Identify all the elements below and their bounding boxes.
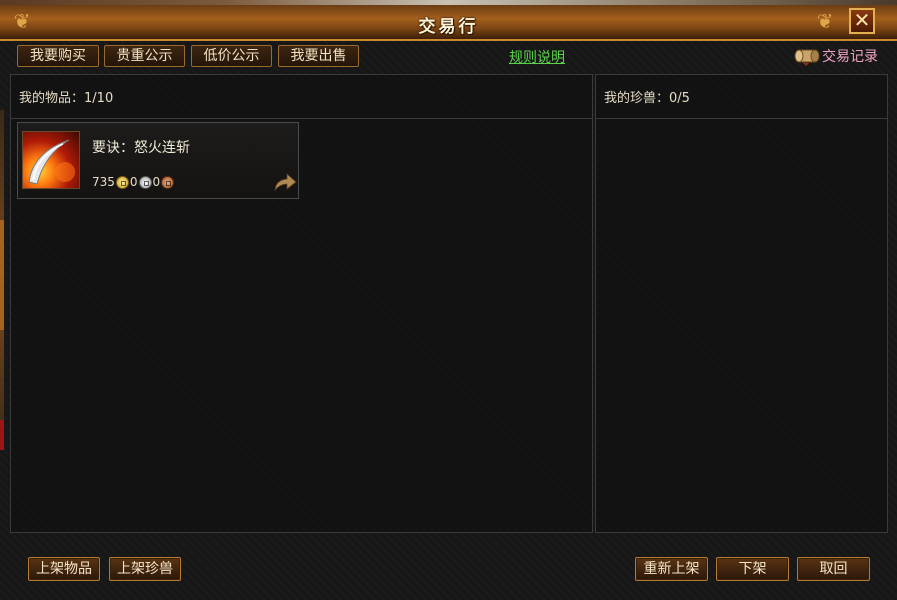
title-bar[interactable]: ❦ ❦ 交易行 ✕ bbox=[0, 5, 897, 41]
my-items-label: 我的物品：1/10 bbox=[19, 91, 114, 106]
relist-button[interactable]: 重新上架 bbox=[635, 557, 708, 581]
silver-amount: 0 bbox=[129, 175, 138, 189]
item-name: 要诀：怒火连斩 bbox=[92, 140, 190, 156]
my-items-header: 我的物品：1/10 bbox=[11, 75, 592, 119]
share-arrow-icon[interactable] bbox=[272, 171, 298, 193]
scroll-icon bbox=[794, 45, 820, 67]
my-pets-label: 我的珍兽：0/5 bbox=[604, 91, 690, 106]
list-item-button[interactable]: 上架物品 bbox=[28, 557, 100, 581]
trade-record-button[interactable]: 交易记录 bbox=[794, 44, 878, 68]
tab-valuable-notice[interactable]: 贵重公示 bbox=[104, 45, 185, 67]
window-title: 交易行 bbox=[418, 17, 479, 37]
side-decoration bbox=[0, 220, 4, 330]
copper-amount: 0 bbox=[152, 175, 161, 189]
side-decoration bbox=[0, 420, 4, 450]
my-items-count: 1/10 bbox=[84, 91, 114, 106]
delist-button[interactable]: 下架 bbox=[716, 557, 789, 581]
rules-link[interactable]: 规则说明 bbox=[509, 47, 565, 67]
close-icon: ✕ bbox=[853, 8, 871, 32]
gold-coin-icon bbox=[115, 175, 129, 189]
withdraw-button[interactable]: 取回 bbox=[797, 557, 870, 581]
my-pets-panel: 我的珍兽：0/5 bbox=[595, 74, 888, 533]
list-pet-button[interactable]: 上架珍兽 bbox=[109, 557, 181, 581]
silver-coin-icon bbox=[138, 175, 152, 189]
tab-lowprice-notice[interactable]: 低价公示 bbox=[191, 45, 272, 67]
sword-fire-icon bbox=[22, 131, 80, 189]
copper-coin-icon bbox=[161, 175, 175, 189]
item-card[interactable]: 要诀：怒火连斩 735 0 0 bbox=[17, 122, 299, 199]
trade-record-label: 交易记录 bbox=[822, 49, 878, 65]
my-pets-count: 0/5 bbox=[669, 91, 690, 106]
my-pets-header: 我的珍兽：0/5 bbox=[596, 75, 887, 119]
tab-sell[interactable]: 我要出售 bbox=[278, 45, 359, 67]
tab-buy[interactable]: 我要购买 bbox=[17, 45, 99, 67]
gold-amount: 735 bbox=[92, 175, 115, 189]
item-price: 735 0 0 bbox=[92, 175, 175, 189]
close-button[interactable]: ✕ bbox=[849, 8, 875, 34]
